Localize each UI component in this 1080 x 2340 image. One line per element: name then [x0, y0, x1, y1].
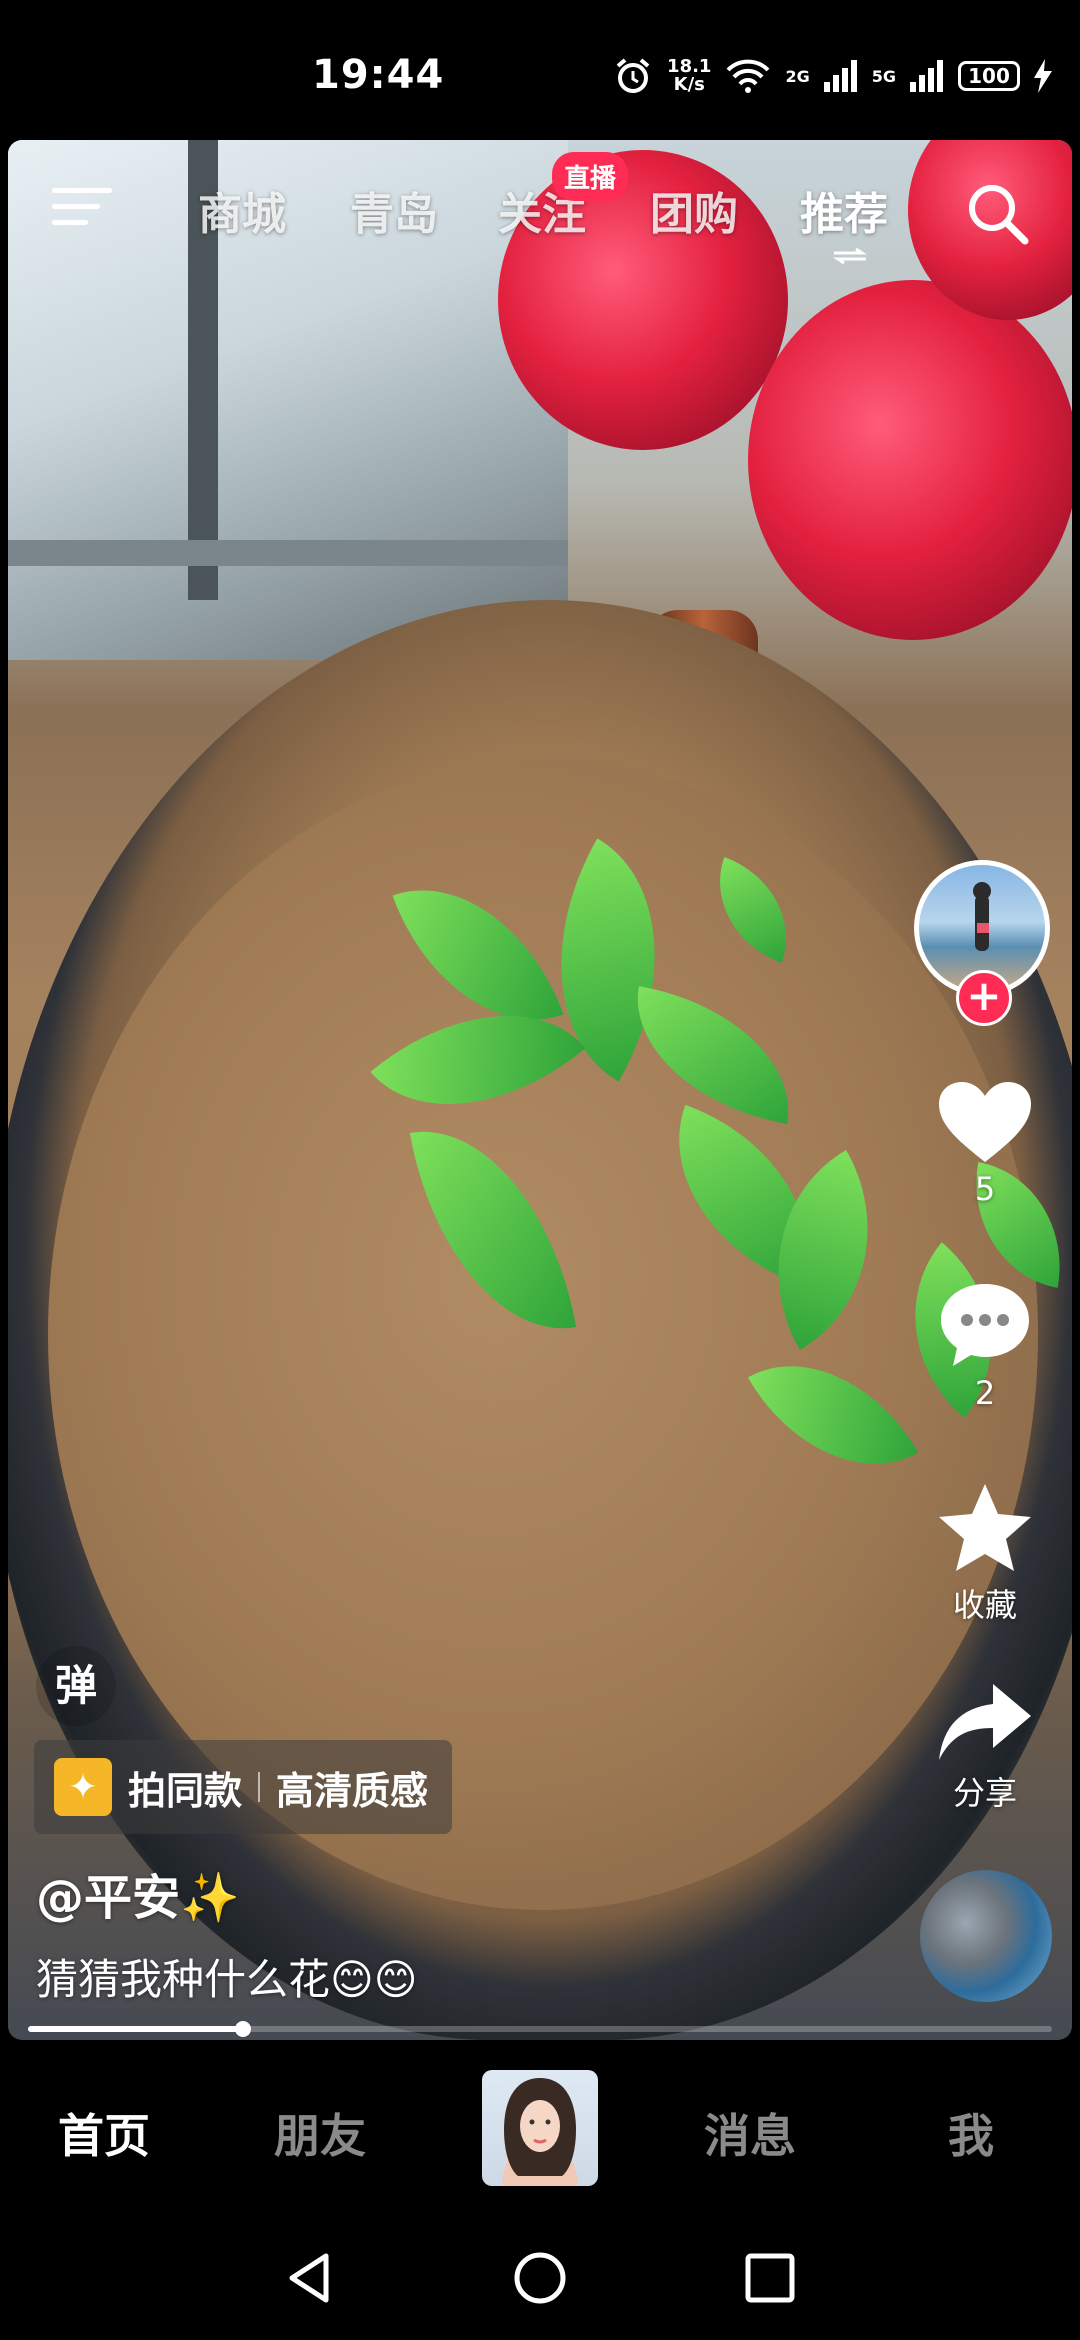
favorite-button[interactable]: 收藏: [900, 1480, 1070, 1626]
music-disc[interactable]: [920, 1870, 1052, 2002]
author-name[interactable]: @平安✨: [36, 1858, 240, 1928]
swap-arrows-icon: [833, 248, 867, 264]
star-icon: [939, 1484, 1031, 1571]
progress-knob[interactable]: [235, 2021, 252, 2037]
create-button-avatar[interactable]: [482, 2070, 598, 2186]
network-speed: 18.1 K/s: [667, 58, 711, 94]
home-icon[interactable]: [512, 2250, 568, 2306]
battery-indicator: 100: [958, 61, 1020, 91]
status-icons: 18.1 K/s 2G 5G 100: [613, 56, 1052, 96]
heart-icon: [939, 1082, 1031, 1162]
tab-local-city[interactable]: 青岛: [350, 178, 438, 242]
alarm-icon: [616, 58, 650, 93]
like-button[interactable]: 5: [900, 1080, 1070, 1208]
menu-icon[interactable]: [52, 182, 112, 232]
rose: [748, 280, 1072, 640]
comment-button[interactable]: 2: [900, 1280, 1070, 1412]
same-style-label: 拍同款: [128, 1768, 243, 1813]
share-button[interactable]: 分享: [900, 1680, 1070, 1814]
share-label: 分享: [952, 1774, 1017, 1812]
top-navigation: 商城 青岛 关注 直播 团购 推荐: [0, 152, 1080, 264]
network-speed-unit: K/s: [673, 74, 705, 95]
profile-portrait-icon: [502, 2078, 578, 2186]
share-icon: [939, 1684, 1031, 1760]
comment-count: 2: [974, 1374, 996, 1412]
clock: 19:44: [312, 52, 445, 98]
search-icon[interactable]: [962, 178, 1032, 248]
sparkle-icon: ✦: [54, 1758, 112, 1816]
battery-level: 100: [968, 64, 1010, 88]
danmaku-toggle[interactable]: 弹: [36, 1646, 116, 1726]
recent-apps-icon[interactable]: [742, 2250, 798, 2306]
video-progress-bar[interactable]: [28, 2021, 1052, 2037]
tab-recommend[interactable]: 推荐: [800, 178, 888, 242]
system-navigation-bar: [0, 2220, 1080, 2340]
signal-icon: [823, 60, 857, 92]
tab-mall[interactable]: 商城: [198, 178, 286, 242]
tab-me[interactable]: 我: [948, 2100, 994, 2166]
charging-icon: [1034, 59, 1052, 93]
follow-button[interactable]: +: [956, 970, 1012, 1026]
tab-group-buy[interactable]: 团购: [650, 178, 738, 242]
signal-icon-2: [910, 60, 943, 92]
network-5g-label: 5G: [871, 66, 896, 86]
like-count: 5: [974, 1170, 996, 1208]
post-caption[interactable]: 猜猜我种什么花😊😊: [36, 1946, 418, 2007]
window-sill: [8, 540, 568, 566]
network-2g-label: 2G: [785, 66, 810, 86]
favorite-label: 收藏: [952, 1586, 1017, 1624]
quality-label: 高清质感: [276, 1768, 429, 1813]
divider: [258, 1772, 261, 1802]
tab-friends[interactable]: 朋友: [274, 2100, 366, 2166]
progress-fill: [28, 2026, 244, 2032]
bottom-tab-bar: 首页 朋友 消息 我: [0, 2040, 1080, 2220]
soil: [48, 760, 1038, 1910]
tab-messages[interactable]: 消息: [704, 2100, 796, 2166]
comment-icon: [941, 1284, 1029, 1366]
tab-home[interactable]: 首页: [58, 2100, 150, 2166]
live-badge[interactable]: 直播: [552, 152, 629, 201]
wifi-icon: [727, 59, 770, 93]
back-icon[interactable]: [282, 2250, 338, 2306]
same-style-pill[interactable]: ✦ 拍同款 高清质感: [34, 1740, 453, 1834]
status-bar: 19:44 18.1 K/s 2G 5G 100: [0, 0, 1080, 140]
